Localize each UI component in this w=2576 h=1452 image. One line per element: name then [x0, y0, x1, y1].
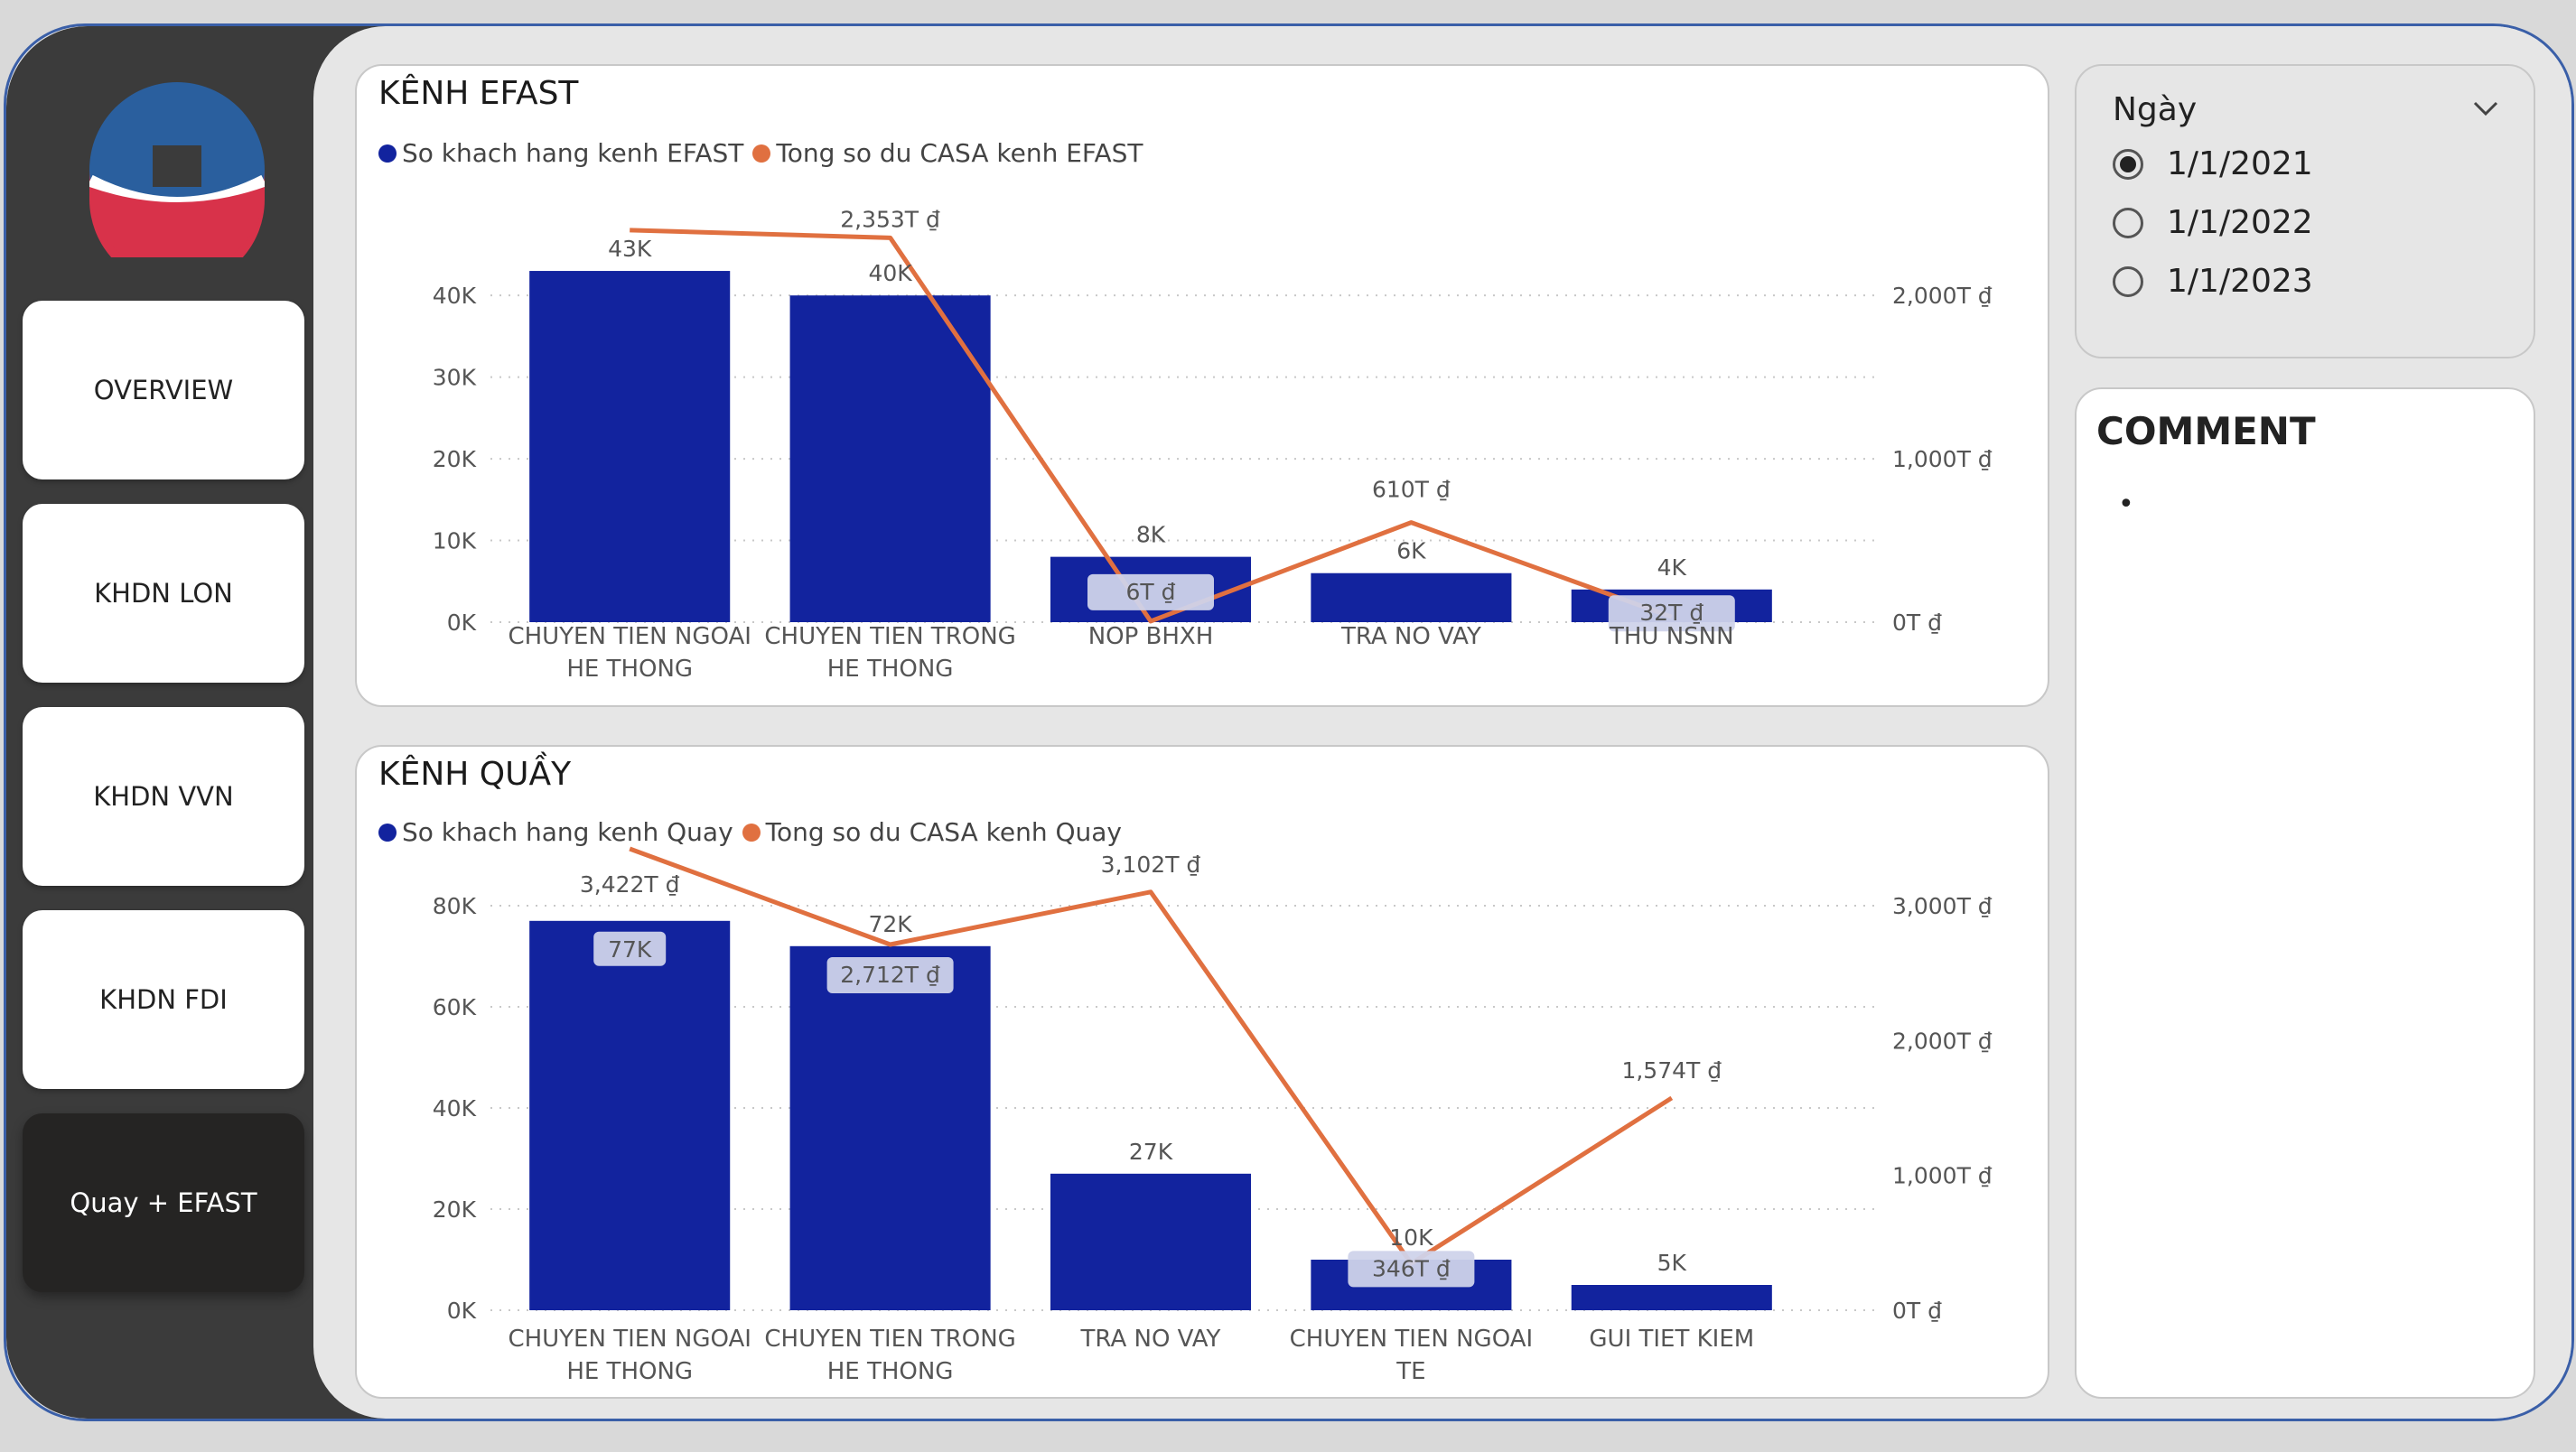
bar [529, 271, 731, 622]
y2-axis-tick-label: 3,000T ₫ [1892, 893, 1993, 919]
y2-axis-tick-label: 0T ₫ [1892, 610, 1942, 636]
chevron-down-icon[interactable] [2470, 93, 2501, 124]
x-axis-category-label: CHUYEN TIEN NGOAI [508, 623, 751, 650]
line-data-label: 1,574T ₫ [1621, 1057, 1722, 1084]
y-axis-tick-label: 40K [433, 1095, 477, 1122]
x-axis-category-label: THU NSNN [1609, 623, 1734, 650]
comment-panel: COMMENT • [2075, 387, 2535, 1399]
bar-data-label: 10K [1389, 1224, 1433, 1251]
x-axis-category-label: HE THONG [827, 656, 954, 683]
slicer-option-label: 1/1/2023 [2167, 263, 2313, 300]
bar-data-label: 72K [868, 911, 912, 937]
nav-label: KHDN LON [94, 578, 233, 609]
radio-button[interactable] [2113, 148, 2143, 180]
line-data-label: 6T ₫ [1125, 579, 1175, 605]
bar-data-label: 6K [1396, 538, 1426, 564]
slicer-option-2022[interactable]: 1/1/2022 [2113, 204, 2313, 241]
date-slicer: Ngày 1/1/2021 1/1/2022 1/1/2023 [2075, 64, 2535, 358]
slicer-option-label: 1/1/2021 [2167, 145, 2313, 182]
bar-data-label: 4K [1657, 554, 1687, 581]
nav-label: KHDN VVN [93, 781, 234, 812]
x-axis-category-label: HE THONG [566, 656, 693, 683]
y-axis-tick-label: 10K [433, 528, 477, 554]
y-axis-tick-label: 80K [433, 893, 477, 919]
y2-axis-tick-label: 1,000T ₫ [1892, 446, 1993, 472]
nav-label: KHDN FDI [99, 984, 228, 1015]
bar-data-label: 5K [1657, 1250, 1687, 1276]
bar [789, 945, 991, 1310]
y-axis-tick-label: 40K [433, 283, 477, 309]
comment-title: COMMENT [2096, 409, 2316, 453]
x-axis-category-label: CHUYEN TIEN TRONG [764, 623, 1015, 650]
combo-chart-efast: 0K 10K 20K 30K 40K 0T ₫ 1,000T ₫ 2,000T ₫ 43K 40K… [433, 206, 1993, 683]
x-axis-category-label: CHUYEN TIEN NGOAI [1290, 1326, 1534, 1353]
y-axis-tick-label: 60K [433, 994, 477, 1020]
line-data-label: 610T ₫ [1372, 477, 1451, 503]
nav-label: OVERVIEW [93, 375, 234, 405]
line-data-label: 346T ₫ [1372, 1255, 1451, 1281]
slicer-option-2021[interactable]: 1/1/2021 [2113, 145, 2313, 182]
nav-button-khdn-lon[interactable]: KHDN LON [23, 504, 304, 683]
y-axis-tick-label: 30K [433, 365, 477, 391]
bar [529, 920, 731, 1310]
x-axis-category-label: TE [1395, 1358, 1425, 1385]
y-axis-tick-label: 20K [433, 446, 477, 472]
x-axis-category-label: TRA NO VAY [1340, 623, 1481, 650]
x-axis-category-label: HE THONG [566, 1358, 693, 1385]
line-data-label: 3,102T ₫ [1101, 852, 1201, 878]
x-axis-category-label: CHUYEN TIEN NGOAI [508, 1326, 751, 1353]
y2-axis-tick-label: 0T ₫ [1892, 1298, 1942, 1324]
nav-button-quay-efast[interactable]: Quay + EFAST [23, 1113, 304, 1292]
bank-logo [89, 82, 265, 257]
bar-data-label: 8K [1136, 522, 1166, 548]
y-axis-tick-label: 20K [433, 1196, 477, 1223]
x-axis-category-label: HE THONG [827, 1358, 954, 1385]
bar-data-label: 77K [608, 936, 652, 963]
nav-button-khdn-vvn[interactable]: KHDN VVN [23, 707, 304, 886]
line-data-label: 3,422T ₫ [580, 871, 680, 898]
bar [1571, 1285, 1772, 1310]
x-axis-category-label: TRA NO VAY [1080, 1326, 1221, 1353]
x-axis-category-label: NOP BHXH [1088, 623, 1214, 650]
bar-data-label: 43K [608, 236, 652, 262]
y2-axis-tick-label: 2,000T ₫ [1892, 283, 1993, 309]
report-frame: OVERVIEW KHDN LON KHDN VVN KHDN FDI Quay… [4, 23, 2574, 1421]
radio-button[interactable] [2113, 207, 2143, 238]
chart-panel-quay: KÊNH QUẦY So khach hang kenh Quay Tong s… [355, 745, 2049, 1399]
x-axis-category-label: CHUYEN TIEN TRONG [764, 1326, 1015, 1353]
line-data-label: 2,712T ₫ [840, 962, 940, 988]
slicer-option-2023[interactable]: 1/1/2023 [2113, 263, 2313, 300]
combo-chart-quay: 0K 20K 40K 60K 80K 0T ₫ 1,000T ₫ 2,000T ₫ 3,000T… [433, 846, 1993, 1385]
chart-panel-efast: KÊNH EFAST So khach hang kenh EFAST Tong… [355, 64, 2049, 707]
bar-data-label: 40K [868, 260, 912, 286]
nav-button-overview[interactable]: OVERVIEW [23, 301, 304, 479]
y2-axis-tick-label: 1,000T ₫ [1892, 1163, 1993, 1189]
comment-bullet[interactable]: • [2118, 489, 2134, 520]
slicer-option-label: 1/1/2022 [2167, 204, 2313, 241]
line-data-label: 32T ₫ [1639, 600, 1703, 626]
line-data-label: 2,353T ₫ [840, 206, 940, 232]
bar [1311, 572, 1512, 622]
bar-data-label: 27K [1129, 1139, 1173, 1165]
y2-axis-tick-label: 2,000T ₫ [1892, 1028, 1993, 1054]
y-axis-tick-label: 0K [447, 1298, 477, 1324]
slicer-title: Ngày [2113, 91, 2198, 128]
nav-button-khdn-fdi[interactable]: KHDN FDI [23, 910, 304, 1089]
radio-button[interactable] [2113, 265, 2143, 297]
bar [1050, 1173, 1252, 1310]
nav-label: Quay + EFAST [70, 1187, 257, 1218]
x-axis-category-label: GUI TIET KIEM [1589, 1326, 1754, 1353]
y-axis-tick-label: 0K [447, 610, 477, 636]
